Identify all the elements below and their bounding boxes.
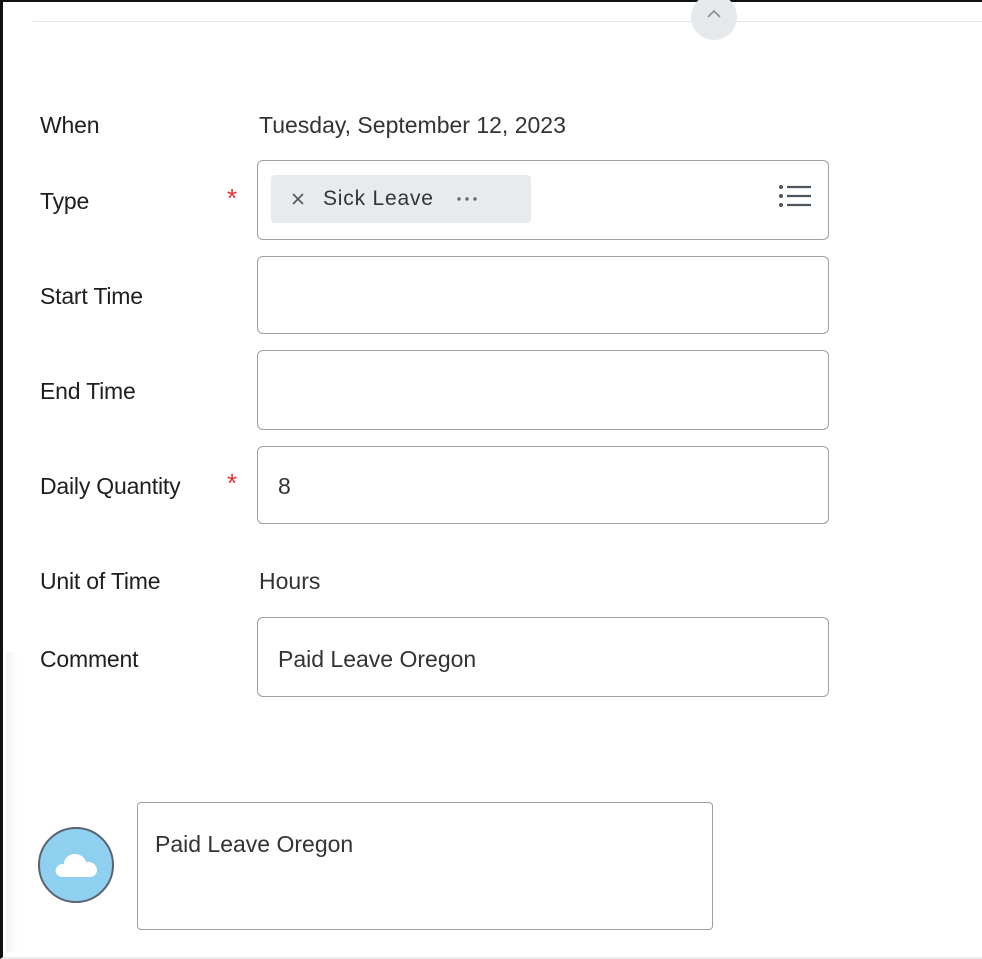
type-chip[interactable]: Sick Leave <box>271 175 531 223</box>
more-options-icon[interactable] <box>456 196 478 202</box>
remove-icon[interactable] <box>291 192 305 206</box>
daily-quantity-label: Daily Quantity <box>40 473 181 499</box>
daily-quantity-input[interactable]: 8 <box>257 446 829 524</box>
comment-label: Comment <box>40 646 139 672</box>
section-divider <box>33 21 982 22</box>
daily-quantity-value: 8 <box>278 473 291 499</box>
when-value: Tuesday, September 12, 2023 <box>259 112 566 138</box>
comment-thread-input[interactable]: Paid Leave Oregon <box>137 802 713 930</box>
unit-of-time-value: Hours <box>259 568 321 594</box>
start-time-label: Start Time <box>40 283 143 309</box>
end-time-label: End Time <box>40 378 136 404</box>
type-prompt-field[interactable]: Sick Leave <box>257 160 829 240</box>
unit-of-time-label: Unit of Time <box>40 568 161 594</box>
type-chip-label: Sick Leave <box>323 187 434 210</box>
when-label: When <box>40 112 100 138</box>
panel-shadow <box>6 652 18 952</box>
comment-thread-text: Paid Leave Oregon <box>155 831 354 857</box>
cloud-icon <box>55 854 97 877</box>
avatar <box>38 827 114 903</box>
request-time-off-panel: When Tuesday, September 12, 2023 Type * … <box>0 0 982 959</box>
type-required-marker: * <box>227 183 238 213</box>
collapse-button[interactable] <box>691 0 737 40</box>
comment-value: Paid Leave Oregon <box>278 646 477 672</box>
type-label: Type <box>40 188 90 214</box>
start-time-input[interactable] <box>257 256 829 334</box>
comment-input[interactable]: Paid Leave Oregon <box>257 617 829 697</box>
list-icon[interactable] <box>778 183 812 214</box>
chevron-up-icon <box>707 9 721 18</box>
end-time-input[interactable] <box>257 350 829 430</box>
daily-quantity-required-marker: * <box>227 468 238 498</box>
